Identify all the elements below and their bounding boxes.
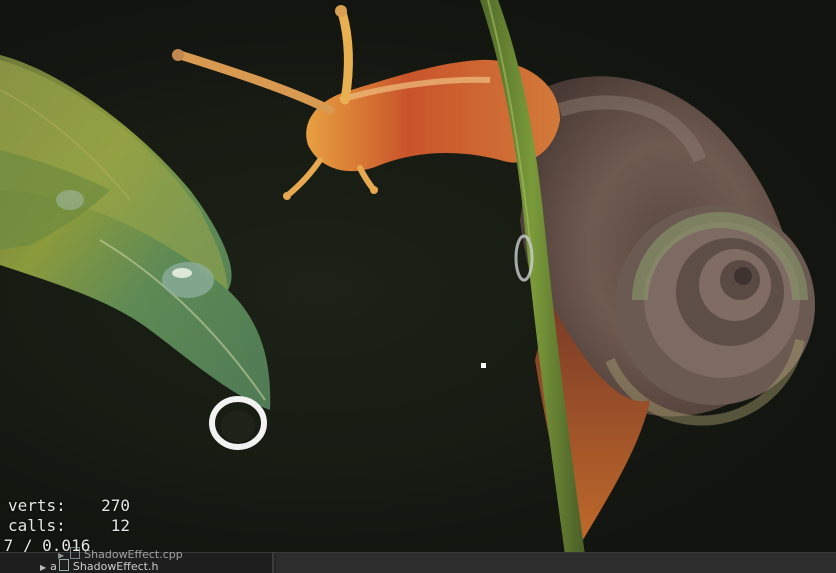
ide-solution-explorer-strip: ▶ ShadowEffect.cpp ▶ a ShadowEffect.h — [0, 547, 836, 573]
verts-stat: verts: 270 — [8, 496, 130, 516]
file-item-label: ShadowEffect.h — [72, 560, 159, 573]
calls-value: 12 — [110, 516, 130, 535]
solution-explorer-pane: ▶ ShadowEffect.cpp ▶ a ShadowEffect.h — [0, 547, 274, 573]
snail-scene-illustration — [0, 0, 815, 555]
verts-value: 270 — [101, 496, 130, 515]
file-prefix: a — [50, 560, 57, 573]
expand-arrow-icon[interactable]: ▶ — [40, 563, 46, 572]
cpp-file-icon — [70, 547, 81, 559]
calls-label: calls: — [8, 516, 66, 535]
editor-pane-edge — [276, 553, 836, 573]
file-item-shadoweffect-h[interactable]: ▶ a ShadowEffect.h — [40, 559, 158, 573]
verts-label: verts: — [8, 496, 66, 515]
render-viewport[interactable]: verts: 270 calls: 12 .7 / 0.016 — [0, 0, 836, 555]
calls-stat: calls: 12 — [8, 516, 130, 536]
cursor-marker — [481, 363, 486, 368]
header-file-icon — [58, 559, 69, 571]
leaf — [0, 55, 271, 450]
